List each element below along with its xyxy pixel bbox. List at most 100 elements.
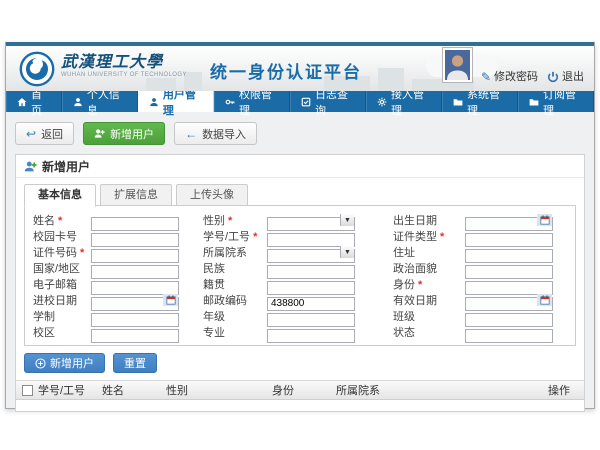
nav-tab-subscription-mgmt[interactable]: 订阅管理 <box>518 91 594 112</box>
calendar-icon[interactable] <box>163 294 178 306</box>
toolbar: ↩ 返回 新增用户 ← 数据导入 <box>15 122 585 145</box>
app-window: 武漢理工大學 WUHAN UNIVERSITY OF TECHNOLOGY 统一… <box>5 42 595 409</box>
folder-icon <box>529 97 539 107</box>
submit-add-user-button[interactable]: 新增用户 <box>24 353 105 373</box>
field-label-schooling-length: 学制 <box>33 308 91 324</box>
text-field-major <box>267 325 355 339</box>
panel-header: 新增用户 <box>16 155 584 178</box>
change-password-label: 修改密码 <box>494 70 538 84</box>
nav-tab-home[interactable]: 首页 <box>6 91 62 112</box>
field-label-postal-code: 邮政编码 <box>203 292 267 308</box>
select-gender[interactable]: ▼ <box>267 213 355 227</box>
field-label-political-status: 政治面貌 <box>393 260 465 276</box>
nav-tab-log-query[interactable]: 日志查询 <box>290 91 366 112</box>
field-label-native-place: 籍贯 <box>203 276 267 292</box>
select-all-checkbox[interactable] <box>22 385 33 396</box>
input-campus[interactable] <box>91 329 179 343</box>
field-label-campus: 校区 <box>33 324 91 340</box>
text-field-class <box>465 309 553 323</box>
field-label-country-region: 国家/地区 <box>33 260 91 276</box>
column-header-gender: 性别 <box>166 382 272 398</box>
content-area: ↩ 返回 新增用户 ← 数据导入 新增用户 基本信息扩展信息上传头像 <box>6 112 594 408</box>
calendar-icon[interactable] <box>537 294 552 306</box>
input-major[interactable] <box>267 329 355 343</box>
submit-add-user-label: 新增用户 <box>50 355 94 371</box>
input-status[interactable] <box>465 329 553 343</box>
dropdown-arrow-icon[interactable]: ▼ <box>340 214 354 226</box>
user-avatar[interactable] <box>443 48 472 82</box>
nav-tab-profile[interactable]: 个人信息 <box>62 91 138 112</box>
field-label-valid-date: 有效日期 <box>393 292 465 308</box>
user-icon <box>149 97 159 107</box>
required-asterisk: * <box>253 231 257 243</box>
text-field-native-place <box>267 277 355 291</box>
user-table-header: 学号/工号姓名性别身份所属院系操作 <box>16 380 584 400</box>
user-table-body-empty <box>16 400 584 411</box>
university-name-block: 武漢理工大學 WUHAN UNIVERSITY OF TECHNOLOGY <box>61 54 187 78</box>
text-field-identity <box>465 277 553 291</box>
log-icon <box>301 97 311 107</box>
field-label-class: 班级 <box>393 308 465 324</box>
text-field-id-number <box>91 245 179 259</box>
select-department[interactable]: ▼ <box>267 245 355 259</box>
nav-tab-access-mgmt[interactable]: 接入管理 <box>366 91 442 112</box>
back-button[interactable]: ↩ 返回 <box>15 122 74 145</box>
text-field-address <box>465 245 553 259</box>
add-user-button-label: 新增用户 <box>110 126 154 142</box>
plus-circle-icon <box>35 358 46 369</box>
text-field-postal-code <box>267 293 355 307</box>
text-field-name <box>91 213 179 227</box>
user-icon <box>73 97 83 107</box>
gear-icon <box>377 97 387 107</box>
page-header: 武漢理工大學 WUHAN UNIVERSITY OF TECHNOLOGY 统一… <box>6 46 594 91</box>
reset-button-label: 重置 <box>124 355 146 371</box>
field-label-grade: 年级 <box>203 308 267 324</box>
column-header-actions: 操作 <box>548 382 584 398</box>
calendar-icon[interactable] <box>537 214 552 226</box>
reset-button[interactable]: 重置 <box>113 353 157 373</box>
key-icon <box>225 97 235 107</box>
tab-upload-avatar[interactable]: 上传头像 <box>176 184 248 206</box>
folder-icon <box>453 97 463 107</box>
add-user-button[interactable]: 新增用户 <box>83 122 165 145</box>
column-header-student-id: 学号/工号 <box>38 382 102 398</box>
nav-tab-user-mgmt[interactable]: 用户管理 <box>138 91 214 112</box>
form-row: 学制 年级 班级 <box>25 308 575 324</box>
basic-info-form: 姓名*性别*▼出生日期校园卡号学号/工号*证件类型*证件号码*所属院系▼住址国家… <box>24 205 576 346</box>
field-label-campus-card-no: 校园卡号 <box>33 228 91 244</box>
field-label-email: 电子邮箱 <box>33 276 91 292</box>
date-field-enroll-date[interactable] <box>91 293 179 307</box>
change-password-link[interactable]: ✎ 修改密码 <box>481 70 538 84</box>
panel-title: 新增用户 <box>42 158 90 175</box>
tab-basic-info[interactable]: 基本信息 <box>24 184 96 207</box>
text-field-political-status <box>465 261 553 275</box>
add-user-panel: 新增用户 基本信息扩展信息上传头像 姓名*性别*▼出生日期校园卡号学号/工号*证… <box>15 154 585 412</box>
back-arrow-icon: ↩ <box>26 128 36 140</box>
nav-tab-permission-mgmt[interactable]: 权限管理 <box>214 91 290 112</box>
university-logo-icon <box>19 51 55 87</box>
form-actions: 新增用户 重置 <box>24 353 576 373</box>
logout-link[interactable]: 退出 <box>547 70 584 84</box>
text-field-ethnicity <box>267 261 355 275</box>
field-label-address: 住址 <box>393 244 465 260</box>
pencil-icon: ✎ <box>481 71 491 83</box>
date-field-valid-date[interactable] <box>465 293 553 307</box>
form-row: 校园卡号学号/工号*证件类型* <box>25 228 575 244</box>
field-label-status: 状态 <box>393 324 465 340</box>
text-field-email <box>91 277 179 291</box>
column-header-identity: 身份 <box>272 382 336 398</box>
field-label-major: 专业 <box>203 324 267 340</box>
tab-extended-info[interactable]: 扩展信息 <box>100 184 172 206</box>
dropdown-arrow-icon[interactable]: ▼ <box>340 246 354 258</box>
field-label-id-type: 证件类型* <box>393 228 465 244</box>
power-icon <box>547 71 559 83</box>
data-import-button-label: 数据导入 <box>202 126 246 142</box>
main-nav: 首页个人信息用户管理权限管理日志查询接入管理系统管理订阅管理 <box>6 91 594 112</box>
required-asterisk: * <box>80 247 84 259</box>
university-name-en: WUHAN UNIVERSITY OF TECHNOLOGY <box>61 72 187 78</box>
user-plus-icon <box>94 128 105 139</box>
required-asterisk: * <box>228 215 232 227</box>
date-field-birth-date[interactable] <box>465 213 553 227</box>
data-import-button[interactable]: ← 数据导入 <box>174 122 257 145</box>
nav-tab-system-mgmt[interactable]: 系统管理 <box>442 91 518 112</box>
